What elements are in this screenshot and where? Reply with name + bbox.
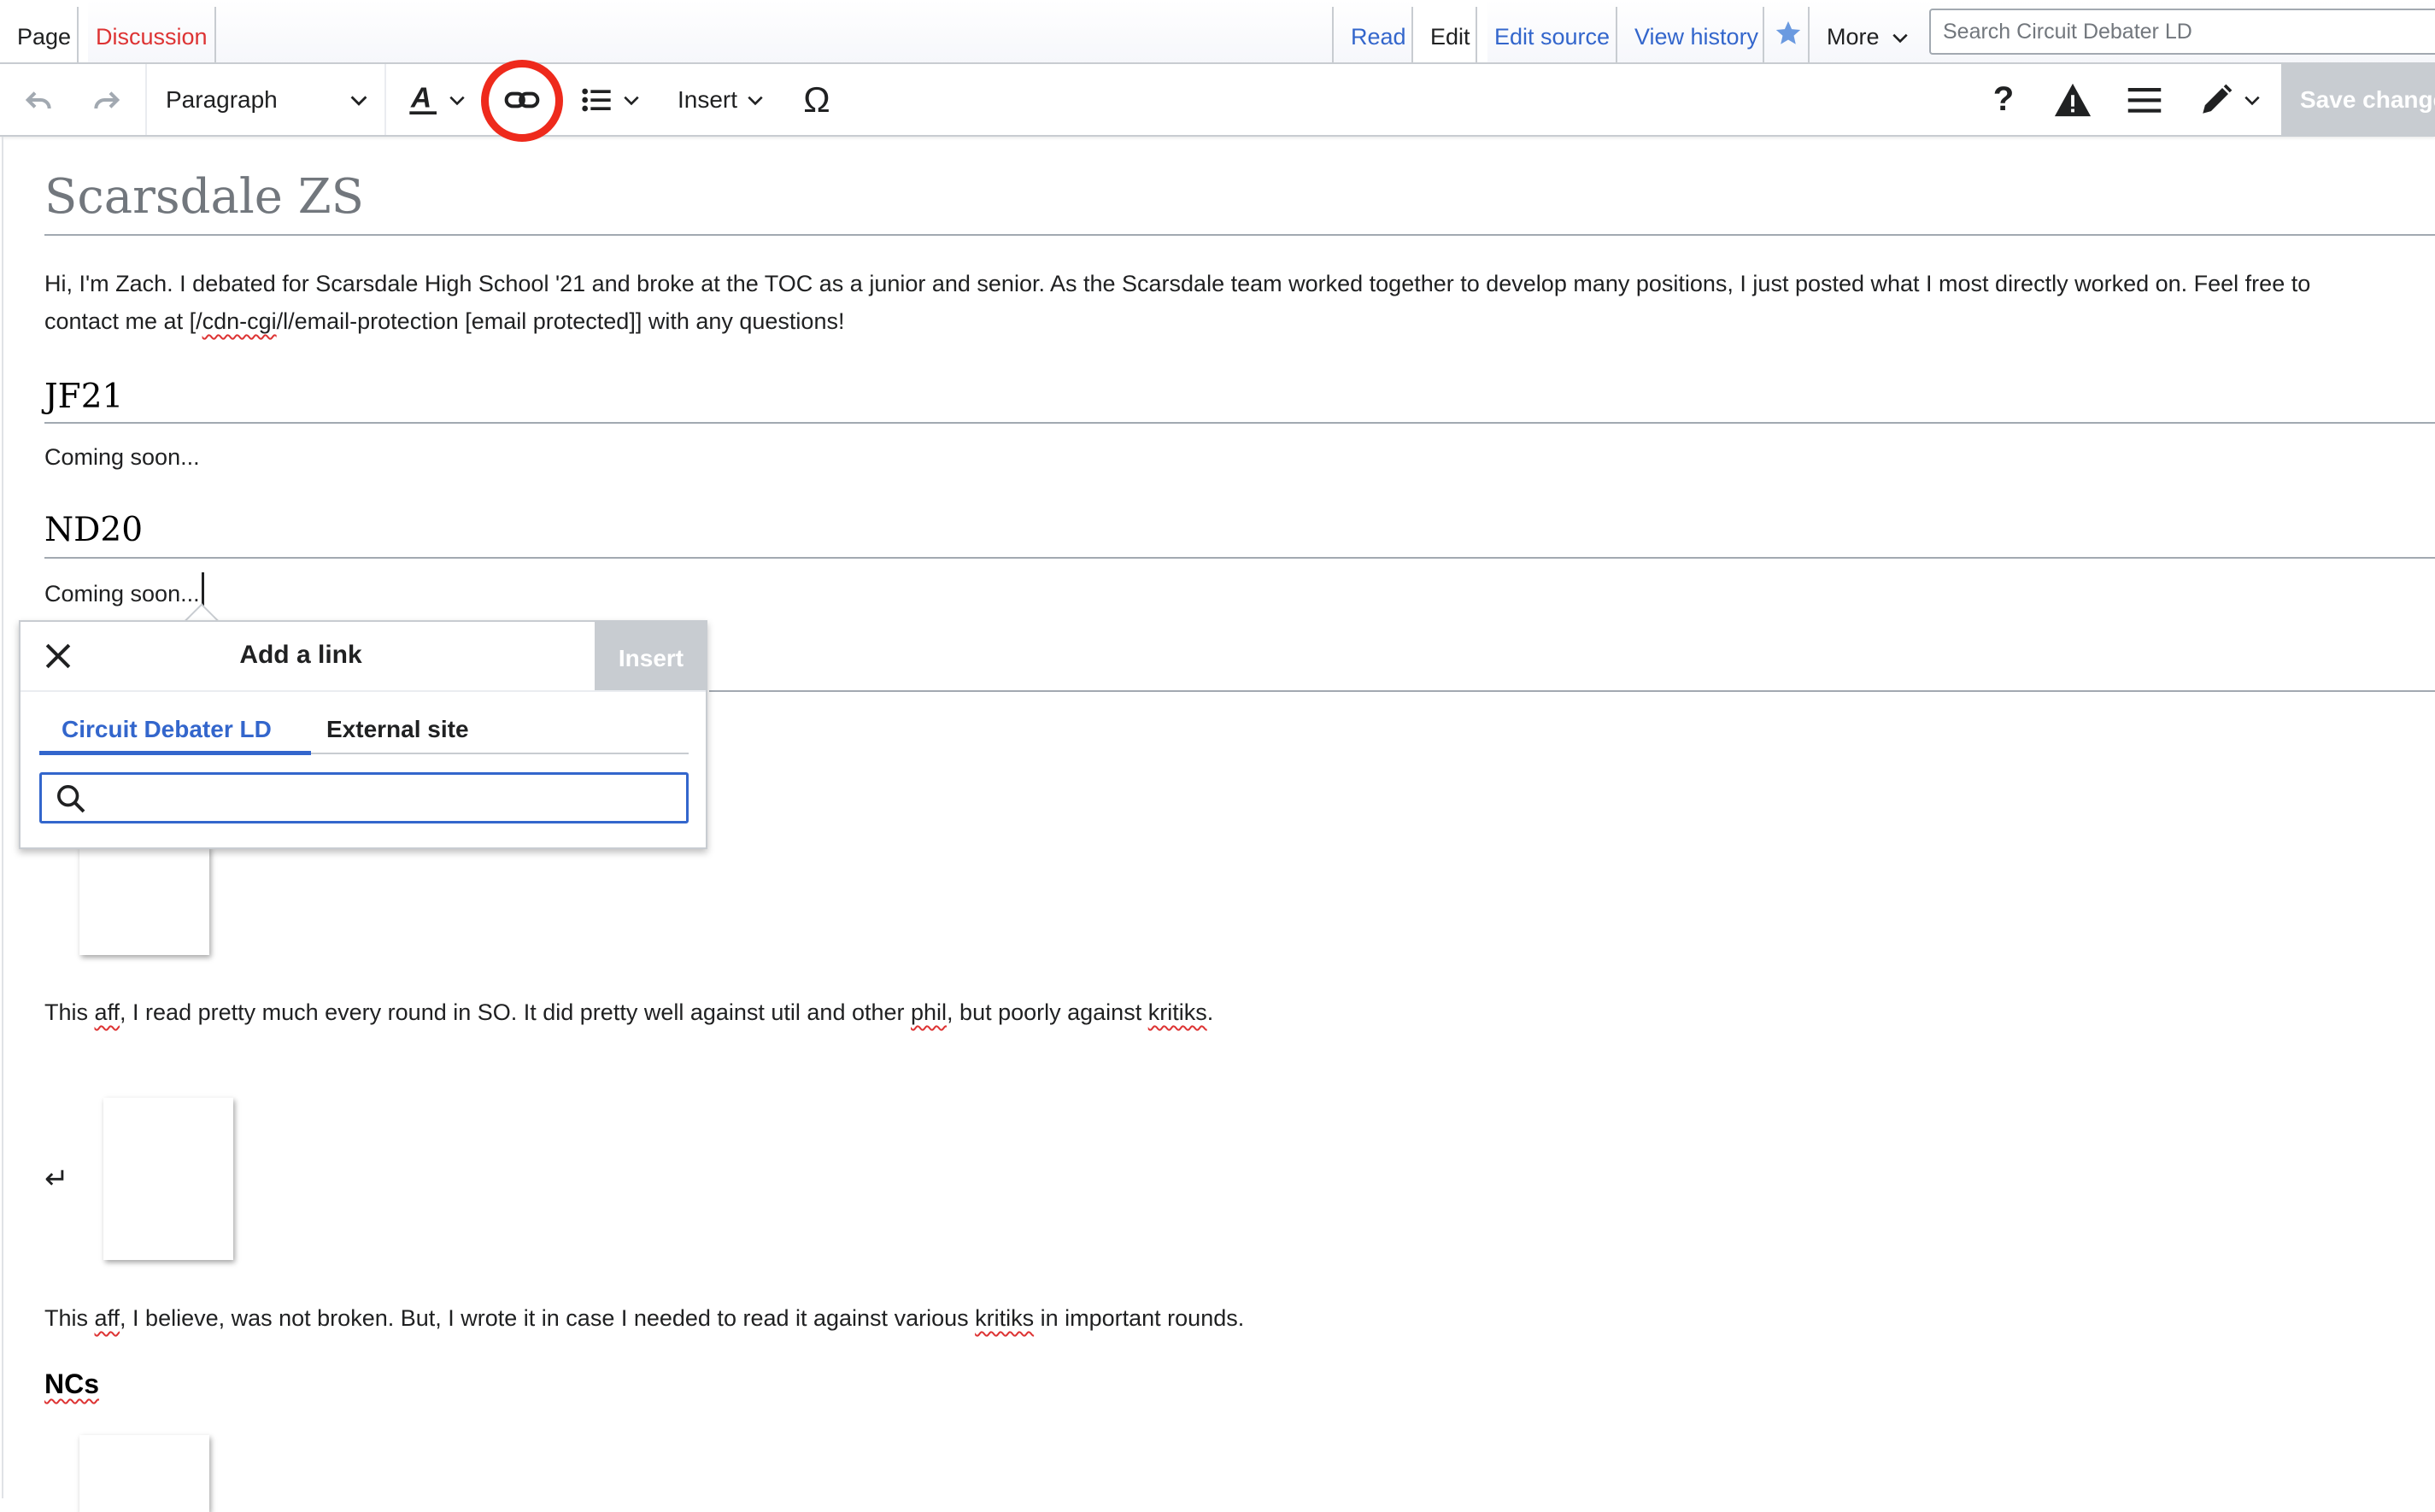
help-icon: ? bbox=[1992, 80, 2015, 118]
misspelled-word: aff bbox=[94, 999, 120, 1025]
intro-text: /l/email-protection [email protected]] w… bbox=[276, 308, 845, 334]
save-changes-button[interactable]: Save changes bbox=[2281, 64, 2435, 135]
chevron-down-icon bbox=[2244, 96, 2260, 105]
tab-external-link[interactable]: External site bbox=[326, 716, 469, 743]
text-style-icon: A bbox=[409, 82, 437, 114]
page-options-menu[interactable] bbox=[2114, 64, 2175, 135]
star-icon bbox=[1775, 21, 1801, 44]
misspelled-word: cdn-cgi bbox=[202, 308, 277, 334]
active-tab-indicator bbox=[39, 751, 311, 755]
undo-icon bbox=[25, 91, 51, 108]
search-placeholder: Search Circuit Debater LD bbox=[1943, 20, 2192, 44]
dialog-header-divider bbox=[21, 690, 706, 692]
omega-icon: Ω bbox=[803, 79, 830, 120]
svg-text:A: A bbox=[410, 82, 431, 114]
coming-soon-text-with-cursor[interactable]: Coming soon... bbox=[44, 572, 204, 612]
line-break-marker: ↵ bbox=[44, 1163, 69, 1195]
misspelled-word: NCs bbox=[44, 1368, 100, 1399]
paragraph-format-label: Paragraph bbox=[166, 85, 278, 113]
editor-toolbar: Paragraph A Insert Ω ? Save chang bbox=[0, 62, 2435, 137]
watch-star-button[interactable] bbox=[1765, 0, 1811, 62]
tab-view-history[interactable]: View history bbox=[1617, 0, 1775, 62]
paragraph-text: , I believe, was not broken. But, I wrot… bbox=[120, 1305, 976, 1331]
toolbar-divider bbox=[384, 64, 386, 135]
coming-soon-text: Coming soon... bbox=[44, 581, 200, 607]
pencil-icon bbox=[2203, 84, 2233, 114]
content-left-border bbox=[2, 137, 3, 1498]
heading-divider bbox=[44, 557, 2435, 559]
link-button[interactable] bbox=[492, 64, 552, 135]
image-thumbnail[interactable] bbox=[79, 846, 209, 955]
image-thumbnail[interactable] bbox=[79, 1435, 209, 1512]
heading-divider bbox=[709, 690, 2435, 692]
tab-separator bbox=[214, 7, 216, 62]
search-input[interactable]: Search Circuit Debater LD bbox=[1929, 9, 2435, 55]
more-label: More bbox=[1827, 24, 1880, 50]
editing-mode-dropdown[interactable] bbox=[2187, 64, 2273, 135]
tab-separator bbox=[1763, 7, 1764, 62]
chevron-down-icon bbox=[624, 96, 639, 105]
tab-edit-source[interactable]: Edit source bbox=[1477, 0, 1627, 62]
paragraph-text: , I read pretty much every round in SO. … bbox=[120, 999, 912, 1025]
undo-button[interactable] bbox=[12, 64, 67, 135]
bullet-list-icon bbox=[582, 88, 611, 111]
intro-text: contact me at [/ bbox=[44, 308, 202, 334]
paragraph-text: . bbox=[1206, 999, 1214, 1025]
heading-divider bbox=[44, 422, 2435, 424]
intro-paragraph-line1[interactable]: Hi, I'm Zach. I debated for Scarsdale Hi… bbox=[44, 265, 2310, 302]
page-tabs-bar: Page Discussion Read Edit Edit source Vi… bbox=[0, 0, 2435, 62]
misspelled-word: kritiks bbox=[975, 1305, 1035, 1331]
aff2-paragraph[interactable]: This aff, I believe, was not broken. But… bbox=[44, 1299, 1244, 1337]
heading-nd20[interactable]: ND20 bbox=[44, 511, 143, 549]
paragraph-text: This bbox=[44, 999, 95, 1025]
tab-read[interactable]: Read bbox=[1334, 0, 1423, 62]
chevron-down-icon bbox=[350, 95, 367, 106]
insert-menu-label: Insert bbox=[677, 85, 738, 113]
intro-paragraph-line2[interactable]: contact me at [/cdn-cgi/l/email-protecti… bbox=[44, 302, 844, 340]
chevron-down-icon bbox=[748, 96, 763, 105]
chevron-down-icon bbox=[1892, 33, 1908, 44]
notices-button[interactable] bbox=[2042, 64, 2103, 135]
paragraph-text: This bbox=[44, 1305, 95, 1331]
chevron-down-icon bbox=[449, 96, 465, 105]
search-icon bbox=[57, 785, 85, 813]
help-button[interactable]: ? bbox=[1974, 64, 2033, 135]
list-dropdown[interactable] bbox=[569, 64, 651, 135]
redo-button[interactable] bbox=[79, 64, 133, 135]
aff1-paragraph[interactable]: This aff, I read pretty much every round… bbox=[44, 993, 1213, 1031]
insert-link-button[interactable]: Insert bbox=[595, 622, 707, 690]
heading-ncs[interactable]: NCs bbox=[44, 1368, 99, 1400]
heading-jf21[interactable]: JF21 bbox=[44, 378, 123, 416]
text-style-dropdown[interactable]: A bbox=[398, 64, 475, 135]
insert-menu[interactable]: Insert bbox=[665, 64, 777, 135]
misspelled-word: kritiks bbox=[1147, 999, 1207, 1025]
title-divider bbox=[44, 234, 2435, 236]
add-link-dialog: Add a link Insert Circuit Debater LD Ext… bbox=[19, 620, 707, 849]
more-menu[interactable]: More bbox=[1810, 0, 1927, 62]
link-search-input[interactable] bbox=[39, 772, 689, 823]
tab-page[interactable]: Page bbox=[0, 0, 89, 62]
coming-soon-text[interactable]: Coming soon... bbox=[44, 438, 200, 476]
hamburger-menu-icon bbox=[2127, 87, 2162, 113]
paragraph-text: in important rounds. bbox=[1034, 1305, 1245, 1331]
misspelled-word: aff bbox=[94, 1305, 120, 1331]
page-title[interactable]: Scarsdale ZS bbox=[44, 169, 364, 225]
tab-internal-link[interactable]: Circuit Debater LD bbox=[62, 716, 272, 743]
special-character-button[interactable]: Ω bbox=[788, 64, 846, 135]
paragraph-format-dropdown[interactable]: Paragraph bbox=[147, 64, 384, 135]
misspelled-word: phil bbox=[911, 999, 948, 1025]
link-icon bbox=[504, 91, 540, 108]
warning-icon bbox=[2054, 83, 2092, 116]
paragraph-text: , but poorly against bbox=[947, 999, 1148, 1025]
tab-discussion[interactable]: Discussion bbox=[79, 0, 225, 62]
image-thumbnail[interactable] bbox=[103, 1098, 233, 1260]
redo-icon bbox=[94, 91, 120, 108]
